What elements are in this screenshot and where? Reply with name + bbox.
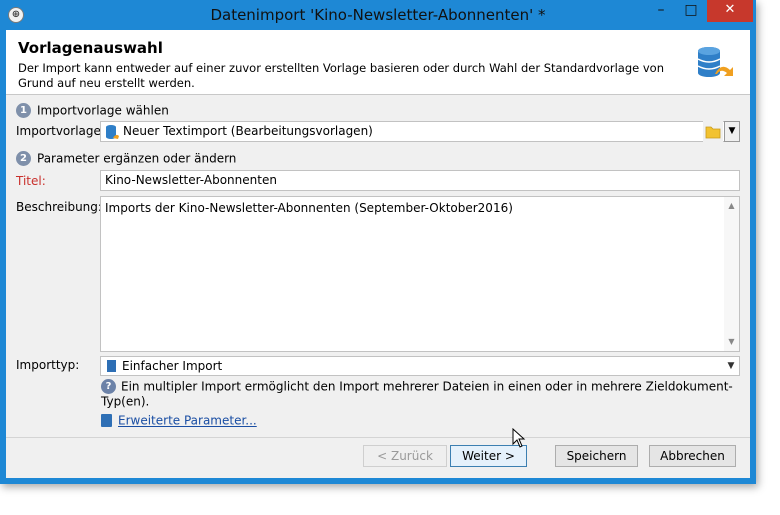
database-import-icon [697,47,733,77]
footer-divider [6,437,750,438]
step-number-2: 2 [16,151,31,166]
beschreibung-value: Imports der Kino-Newsletter-Abonnenten (… [105,201,513,215]
window-title: Datenimport 'Kino-Newsletter-Abonnenten'… [210,6,546,24]
importtyp-label: Importtyp: [16,358,80,372]
beschreibung-label: Beschreibung: [16,200,102,214]
document-icon [107,360,116,372]
hint-text: Ein multipler Import ermöglicht den Impo… [101,379,733,409]
titel-input[interactable]: Kino-Newsletter-Abonnenten [100,170,740,191]
dialog-window: ⊕ Datenimport 'Kino-Newsletter-Abonnente… [0,0,756,484]
advanced-parameters: Erweiterte Parameter... [101,413,257,428]
page-description: Der Import kann entweder auf einer zuvor… [18,61,664,90]
folder-button[interactable] [703,121,723,142]
import-hint: ? Ein multipler Import ermöglicht den Imp… [101,379,750,409]
close-button[interactable]: ✕ [707,0,753,22]
step-1-heading: 1 Importvorlage wählen [16,103,169,118]
step-2-label: Parameter ergänzen oder ändern [37,151,237,166]
importvorlage-dropdown-button[interactable]: ▼ [724,121,740,142]
titel-label: Titel: [16,174,46,188]
dialog-body: Vorlagenauswahl Der Import kann entweder… [6,30,750,478]
help-icon: ? [101,379,116,394]
folder-icon [705,126,721,139]
database-icon [106,125,119,139]
save-button[interactable]: Speichern [555,445,638,467]
chevron-down-icon: ▼ [728,126,736,136]
importvorlage-select[interactable]: Neuer Textimport (Bearbeitungsvorlagen) [100,121,740,142]
step-2-heading: 2 Parameter ergänzen oder ändern [16,151,236,166]
description-scrollbar[interactable]: ▲ ▼ [724,197,739,351]
advanced-parameters-link[interactable]: Erweiterte Parameter... [118,414,257,428]
next-button[interactable]: Weiter > [450,445,527,467]
chevron-down-icon[interactable]: ▼ [724,358,738,374]
page-title: Vorlagenauswahl [18,39,163,57]
mouse-cursor-icon [512,428,526,448]
maximize-button[interactable]: □ [677,0,705,22]
title-bar[interactable]: ⊕ Datenimport 'Kino-Newsletter-Abonnente… [0,0,756,30]
scroll-down-icon[interactable]: ▼ [724,335,739,349]
clipboard-icon [101,414,112,427]
scroll-up-icon[interactable]: ▲ [724,199,739,213]
importvorlage-value: Neuer Textimport (Bearbeitungsvorlagen) [123,124,373,138]
minimize-button[interactable]: – [647,0,675,22]
step-1-label: Importvorlage wählen [37,103,169,118]
importvorlage-label: Importvorlage: [16,124,105,138]
cancel-button[interactable]: Abbrechen [649,445,736,467]
header-panel: Vorlagenauswahl Der Import kann entweder… [6,30,750,95]
back-button[interactable]: < Zurück [363,445,447,467]
importtyp-value: Einfacher Import [122,359,223,373]
importtyp-select[interactable]: Einfacher Import ▼ [100,356,740,376]
beschreibung-textarea[interactable]: Imports der Kino-Newsletter-Abonnenten (… [100,196,740,352]
step-number-1: 1 [16,103,31,118]
